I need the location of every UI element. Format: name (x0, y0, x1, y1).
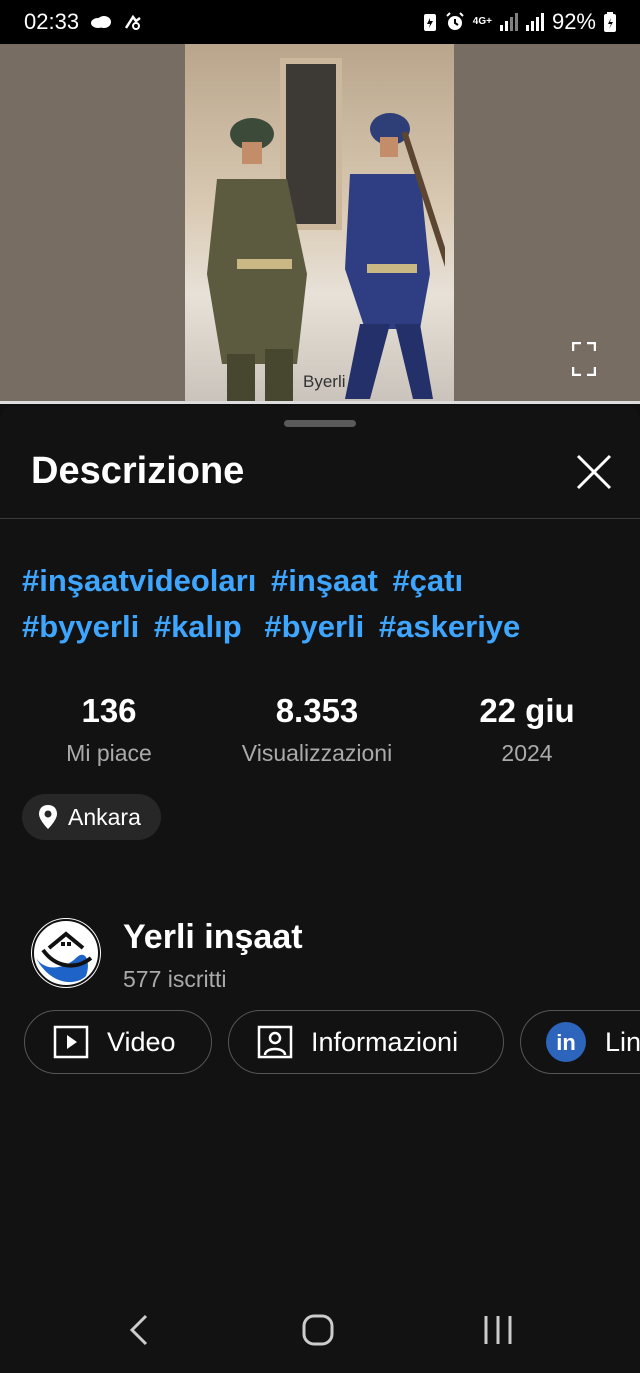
sheet-title: Descrizione (31, 450, 245, 492)
person-icon (257, 1025, 293, 1059)
close-icon[interactable] (574, 452, 614, 492)
fullscreen-icon[interactable] (572, 342, 596, 376)
hashtag-link[interactable]: #çatı (392, 563, 463, 598)
linkedin-icon: in (546, 1022, 586, 1062)
video-soldier-blue (345, 113, 445, 399)
linkedin-button-label: Lin (605, 1026, 640, 1057)
hashtags: #inşaatvideoları #inşaat #çatı #byyerli … (22, 558, 622, 650)
stat-value: 8.353 (275, 692, 359, 729)
channel-avatar[interactable] (31, 918, 101, 988)
clock: 02:33 (24, 9, 80, 34)
system-nav-bar (0, 1290, 640, 1373)
battery-saver-icon (423, 14, 436, 31)
description-sheet: Descrizione #inşaatvideoları #inşaat #ça… (0, 406, 640, 1373)
subscriber-count: 577 iscritti (123, 966, 227, 992)
stat-date: 22 giu 2024 (462, 692, 592, 767)
location-chip[interactable]: Ankara (22, 794, 161, 840)
video-progress-fill (0, 401, 640, 404)
hashtag-link[interactable]: #inşaatvideoları (22, 563, 256, 598)
hashtag-link[interactable]: #byyerli (22, 609, 139, 644)
about-button[interactable]: Informazioni (228, 1010, 504, 1074)
hashtag-link[interactable]: #askeriye (379, 609, 520, 644)
signal-icon (525, 13, 544, 31)
video-button-label: Video (107, 1026, 176, 1057)
status-bar: 02:33 4G+ 92% (0, 0, 640, 44)
network-type: 4G+ (472, 16, 492, 27)
location-pin-icon (39, 805, 57, 829)
hashtag-link[interactable]: #kalıp (154, 609, 242, 644)
play-icon (53, 1025, 89, 1059)
svg-text:in: in (556, 1030, 576, 1055)
stat-value: 22 giu (479, 692, 575, 729)
home-icon[interactable] (300, 1312, 336, 1348)
hashtag-link[interactable]: #byerli (264, 609, 364, 644)
video-watermark: Byerli (303, 372, 346, 391)
stat-label: Mi piace (66, 740, 152, 766)
cloud-icon (91, 16, 112, 28)
video-soldier-olive (207, 118, 307, 402)
battery-level: 92% (551, 9, 596, 34)
video-button[interactable]: Video (24, 1010, 212, 1074)
stat-views: 8.353 Visualizzazioni (227, 692, 407, 767)
back-icon[interactable] (122, 1312, 158, 1348)
recents-icon[interactable] (480, 1312, 516, 1348)
about-button-label: Informazioni (311, 1026, 459, 1057)
video-frame: Byerli (185, 44, 454, 402)
stat-label: Visualizzazioni (241, 740, 393, 766)
video-progress-bar[interactable] (0, 401, 640, 404)
location-label: Ankara (68, 803, 141, 830)
stat-label: 2024 (501, 740, 553, 766)
cast-icon (125, 14, 141, 30)
alarm-icon (446, 12, 464, 30)
video-player[interactable]: Byerli (0, 44, 640, 404)
battery-icon (604, 12, 616, 32)
channel-name[interactable]: Yerli inşaat (123, 918, 303, 957)
hashtag-link[interactable]: #inşaat (271, 563, 378, 598)
stat-value: 136 (81, 692, 137, 729)
signal-icon (499, 13, 518, 31)
drag-handle[interactable] (284, 420, 356, 427)
stat-likes: 136 Mi piace (59, 692, 159, 767)
divider (0, 518, 640, 519)
linkedin-button[interactable]: in Lin (520, 1010, 640, 1074)
